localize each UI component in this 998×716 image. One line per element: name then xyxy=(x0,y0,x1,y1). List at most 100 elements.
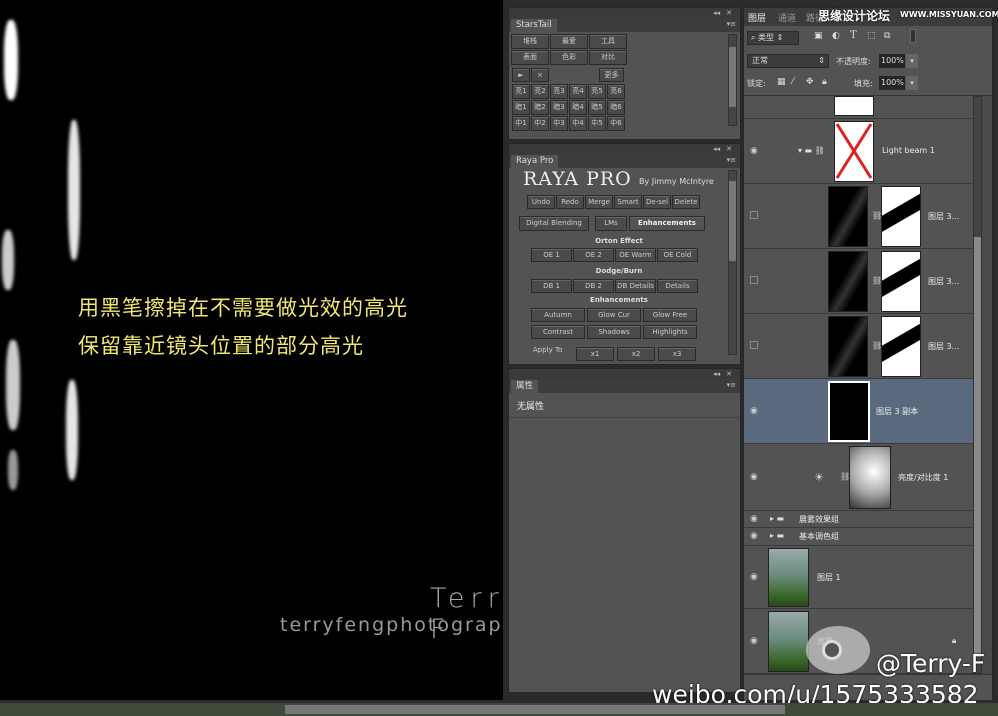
raya-tab[interactable]: Digital Blending xyxy=(519,216,589,231)
eye-icon[interactable]: ◉ xyxy=(750,572,758,582)
group-folder-icon[interactable]: ▸ ▬ xyxy=(770,514,784,523)
layer-row[interactable]: ⛓ 图层 3... xyxy=(744,184,976,249)
starstail-bright-button[interactable]: 亮5 xyxy=(588,84,606,99)
tab-properties[interactable]: 属性 xyxy=(511,380,539,393)
document-canvas[interactable]: 用黑笔擦掉在不需要做光效的高光 保留靠近镜头位置的部分高光 Terry F te… xyxy=(0,0,503,700)
group-folder-icon[interactable]: ▾ ▬ ⛓ xyxy=(798,146,825,155)
starstail-dark-button[interactable]: 暗6 xyxy=(607,100,625,115)
apply-button[interactable]: x1 xyxy=(576,347,614,361)
orton-button[interactable]: OE 2 xyxy=(573,248,614,262)
group-folder-icon[interactable]: ▸ ▬ xyxy=(770,531,784,540)
starstail-bright-button[interactable]: 亮6 xyxy=(607,84,625,99)
dodge-button[interactable]: DB 2 xyxy=(573,279,614,293)
starstail-mid-button[interactable]: 中1 xyxy=(512,116,530,131)
close-icon[interactable]: ✕ xyxy=(726,370,732,378)
starstail-dark-button[interactable]: 暗5 xyxy=(588,100,606,115)
layer-row[interactable]: ◉ ▸ ▬ 基本调色组 xyxy=(744,528,976,546)
raya-top-button[interactable]: Smart xyxy=(614,195,642,209)
starstail-mid-button[interactable]: 中2 xyxy=(531,116,549,131)
starstail-mid-button[interactable]: 中4 xyxy=(569,116,587,131)
starstail-button[interactable]: 色彩 xyxy=(550,50,588,65)
eye-icon[interactable]: ◉ xyxy=(750,636,758,646)
eye-icon[interactable]: ◉ xyxy=(750,146,758,156)
close-icon[interactable]: ✕ xyxy=(726,145,732,153)
lock-pixels-icon[interactable]: ▦ xyxy=(777,77,786,87)
starstail-bright-button[interactable]: 亮2 xyxy=(531,84,549,99)
orton-button[interactable]: OE Warm xyxy=(615,248,656,262)
play-button[interactable]: ► xyxy=(512,68,530,82)
enhancement-button[interactable]: Autumn xyxy=(531,308,585,322)
starstail-bright-button[interactable]: 亮1 xyxy=(512,84,530,99)
layer-row[interactable]: ⛓ 图层 3... xyxy=(744,314,976,379)
layer-row[interactable]: ◉ ▸ ▬ 晨雾效果组 xyxy=(744,511,976,528)
close-icon[interactable]: ✕ xyxy=(726,9,732,17)
panel-menu-icon[interactable]: ▾≡ xyxy=(727,156,736,164)
more-button[interactable]: 更多 xyxy=(599,68,624,82)
opacity-input[interactable]: 100% xyxy=(879,54,905,68)
starstail-button[interactable]: 表面 xyxy=(511,50,549,65)
visibility-toggle[interactable] xyxy=(750,210,758,222)
apply-button[interactable]: x3 xyxy=(658,347,696,361)
collapse-icon[interactable]: ◂◂ xyxy=(713,9,720,17)
dodge-button[interactable]: DB Details xyxy=(615,279,656,293)
visibility-toggle[interactable] xyxy=(750,275,758,287)
raya-tab[interactable]: LMs xyxy=(595,216,627,231)
lock-all-icon[interactable]: 🔒︎ xyxy=(822,77,827,87)
eye-icon[interactable]: ◉ xyxy=(750,472,758,482)
tab-layers[interactable]: 图层 xyxy=(748,11,766,24)
starstail-button[interactable]: 最爱 xyxy=(550,34,588,49)
starstail-dark-button[interactable]: 暗4 xyxy=(569,100,587,115)
starstail-mid-button[interactable]: 中3 xyxy=(550,116,568,131)
raya-top-button[interactable]: Delete xyxy=(672,195,700,209)
raya-top-button[interactable]: Undo xyxy=(527,195,555,209)
orton-button[interactable]: OE 1 xyxy=(531,248,572,262)
fill-dropdown-icon[interactable]: ▾ xyxy=(906,76,918,90)
filter-pixel-icon[interactable]: ▣ xyxy=(814,31,823,41)
tab-channels[interactable]: 通道 xyxy=(778,11,796,24)
filter-toggle[interactable] xyxy=(910,29,916,43)
starstail-dark-button[interactable]: 暗1 xyxy=(512,100,530,115)
layer-row[interactable]: ⛓ 图层 3... xyxy=(744,249,976,314)
orton-button[interactable]: OE Cold xyxy=(657,248,698,262)
opacity-dropdown-icon[interactable]: ▾ xyxy=(906,54,918,68)
starstail-dark-button[interactable]: 暗2 xyxy=(531,100,549,115)
raya-tab[interactable]: Enhancements xyxy=(629,216,705,231)
eye-icon[interactable]: ◉ xyxy=(750,531,758,541)
blend-mode-select[interactable]: 正常 ⇕ xyxy=(747,54,829,68)
enhancement-button[interactable]: Highlights xyxy=(643,325,697,339)
fill-input[interactable]: 100% xyxy=(879,76,905,90)
filter-smart-object-icon[interactable]: ⧉ xyxy=(884,31,890,41)
starstail-button[interactable]: 工具 xyxy=(589,34,627,49)
raya-top-button[interactable]: De-sel xyxy=(643,195,671,209)
dodge-button[interactable]: Details xyxy=(657,279,698,293)
lock-position-icon[interactable]: ✥ xyxy=(806,77,814,87)
layer-row[interactable]: ◉ 图层 1 xyxy=(744,546,976,609)
panel-menu-icon[interactable]: ▾≡ xyxy=(727,381,736,389)
tab-raya-pro[interactable]: Raya Pro xyxy=(511,155,559,168)
panel-menu-icon[interactable]: ▾≡ xyxy=(727,20,736,28)
layer-row[interactable]: ◉ ☀ ⛓ 亮度/对比度 1 xyxy=(744,444,976,511)
filter-text-icon[interactable]: T xyxy=(850,30,857,41)
enhancement-button[interactable]: Glow Cur xyxy=(587,308,641,322)
starstail-mid-button[interactable]: 中5 xyxy=(588,116,606,131)
filter-shape-icon[interactable]: ⬚ xyxy=(867,31,876,41)
visibility-toggle[interactable] xyxy=(750,340,758,352)
lock-brush-icon[interactable]: ⁄ xyxy=(792,77,794,87)
filter-type-select[interactable]: ⌕ 类型 ⇕ xyxy=(747,31,799,45)
dodge-button[interactable]: DB 1 xyxy=(531,279,572,293)
enhancement-button[interactable]: Contrast xyxy=(531,325,585,339)
horizontal-scrollbar[interactable] xyxy=(0,703,998,716)
eye-icon[interactable]: ◉ xyxy=(750,406,758,416)
layer-row[interactable]: ◉ 图层 3 副本 xyxy=(744,379,976,444)
collapse-icon[interactable]: ◂◂ xyxy=(713,370,720,378)
eye-icon[interactable]: ◉ xyxy=(750,514,758,524)
starstail-button[interactable]: 对比 xyxy=(589,50,627,65)
raya-top-button[interactable]: Merge xyxy=(585,195,613,209)
enhancement-button[interactable]: Glow Free xyxy=(643,308,697,322)
tab-starstail[interactable]: StarsTail xyxy=(511,19,557,32)
collapse-icon[interactable]: ◂◂ xyxy=(713,145,720,153)
starstail-button[interactable]: 堆栈 xyxy=(511,34,549,49)
starstail-bright-button[interactable]: 亮3 xyxy=(550,84,568,99)
apply-button[interactable]: x2 xyxy=(617,347,655,361)
starstail-bright-button[interactable]: 亮4 xyxy=(569,84,587,99)
